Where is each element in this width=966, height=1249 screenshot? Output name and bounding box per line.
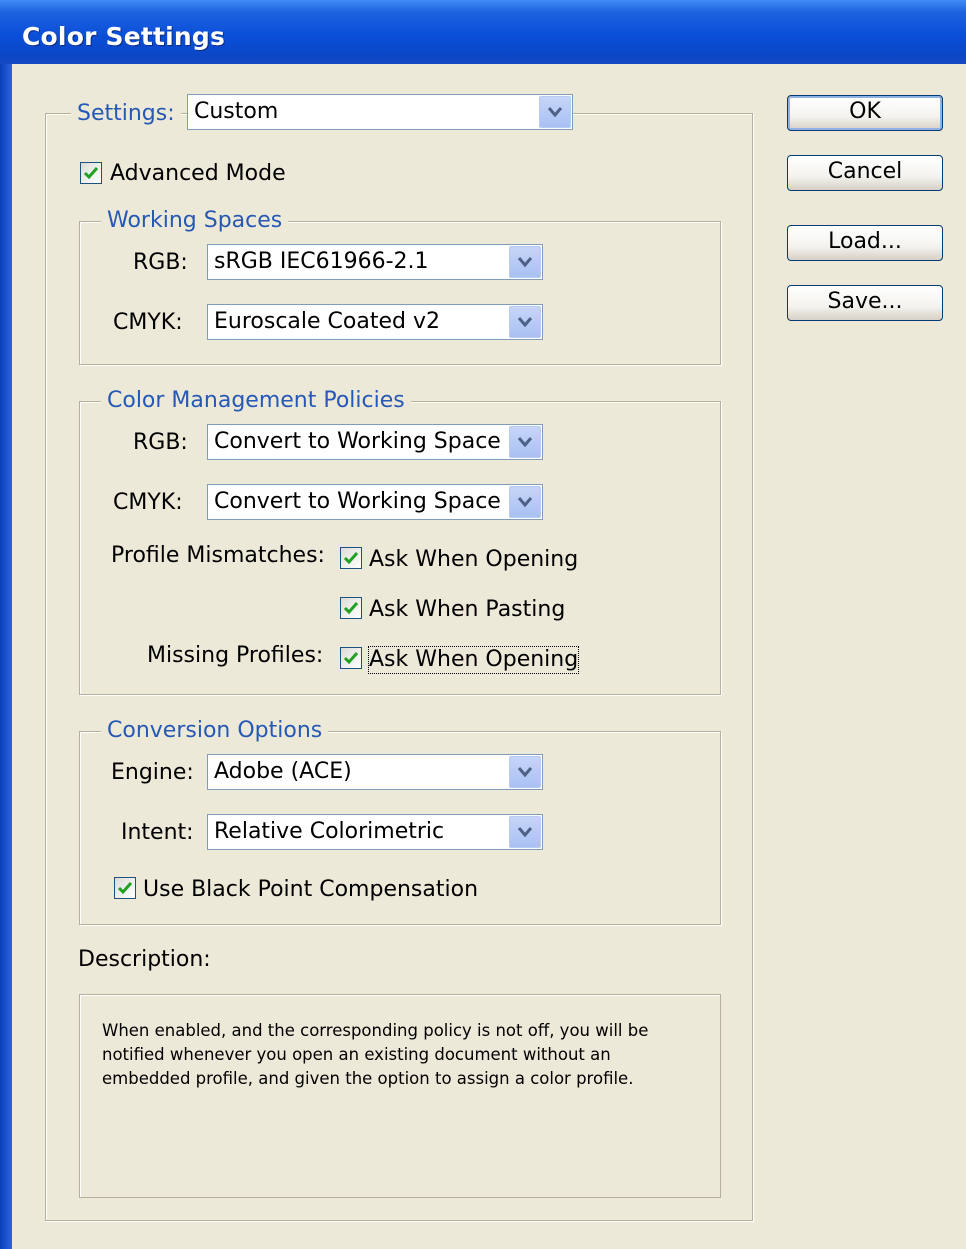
ask-when-pasting-checkbox[interactable] [340,597,362,619]
black-point-compensation-checkbox[interactable] [114,877,136,899]
dropdown-arrow-icon[interactable] [509,756,541,788]
dropdown-arrow-icon[interactable] [539,96,571,128]
ws-cmyk-dropdown[interactable]: Euroscale Coated v2 [207,304,543,340]
ws-rgb-label: RGB: [133,250,188,275]
missing-ask-when-opening-label: Ask When Opening [367,646,580,674]
intent-value: Relative Colorimetric [214,819,445,844]
window-title: Color Settings [22,22,226,51]
intent-dropdown[interactable]: Relative Colorimetric [207,814,543,850]
ask-when-opening-label: Ask When Opening [369,547,579,572]
description-box: When enabled, and the corresponding poli… [79,994,721,1198]
save-button[interactable]: Save... [787,285,943,321]
black-point-compensation-label: Use Black Point Compensation [143,877,479,902]
description-label: Description: [78,947,211,972]
window-border [0,64,12,1249]
settings-value: Custom [194,99,279,124]
load-button[interactable]: Load... [787,225,943,261]
cancel-button[interactable]: Cancel [787,155,943,191]
ws-cmyk-label: CMYK: [113,310,183,335]
settings-label: Settings: [71,101,181,127]
working-spaces-legend: Working Spaces [101,208,289,234]
ws-rgb-dropdown[interactable]: sRGB IEC61966-2.1 [207,244,543,280]
policy-rgb-dropdown[interactable]: Convert to Working Space [207,424,543,460]
title-bar[interactable]: Color Settings [0,0,966,64]
policy-cmyk-value: Convert to Working Space [214,489,501,514]
missing-profiles-label: Missing Profiles: [147,643,324,668]
advanced-mode-checkbox[interactable] [80,162,102,184]
color-settings-dialog: Color Settings Settings: Custom Advanced… [0,0,966,1249]
ws-rgb-value: sRGB IEC61966-2.1 [214,249,429,274]
working-spaces-group [79,221,721,365]
policy-rgb-label: RGB: [133,430,188,455]
engine-dropdown[interactable]: Adobe (ACE) [207,754,543,790]
dropdown-arrow-icon[interactable] [509,246,541,278]
policy-rgb-value: Convert to Working Space [214,429,501,454]
engine-value: Adobe (ACE) [214,759,352,784]
ask-when-opening-checkbox[interactable] [340,547,362,569]
intent-label: Intent: [121,820,194,845]
advanced-mode-label: Advanced Mode [110,161,286,186]
profile-mismatches-label: Profile Mismatches: [111,543,325,568]
dropdown-arrow-icon[interactable] [509,306,541,338]
dropdown-arrow-icon[interactable] [509,816,541,848]
ws-cmyk-value: Euroscale Coated v2 [214,309,440,334]
missing-ask-when-opening-checkbox[interactable] [340,647,362,669]
dropdown-arrow-icon[interactable] [509,486,541,518]
ask-when-pasting-label: Ask When Pasting [369,597,566,622]
ok-button[interactable]: OK [787,95,943,131]
settings-dropdown[interactable]: Custom [187,94,573,130]
dropdown-arrow-icon[interactable] [509,426,541,458]
description-text: When enabled, and the corresponding poli… [102,1021,649,1088]
policy-cmyk-label: CMYK: [113,490,183,515]
conversion-legend: Conversion Options [101,718,329,744]
policies-legend: Color Management Policies [101,388,411,414]
engine-label: Engine: [111,760,194,785]
policy-cmyk-dropdown[interactable]: Convert to Working Space [207,484,543,520]
